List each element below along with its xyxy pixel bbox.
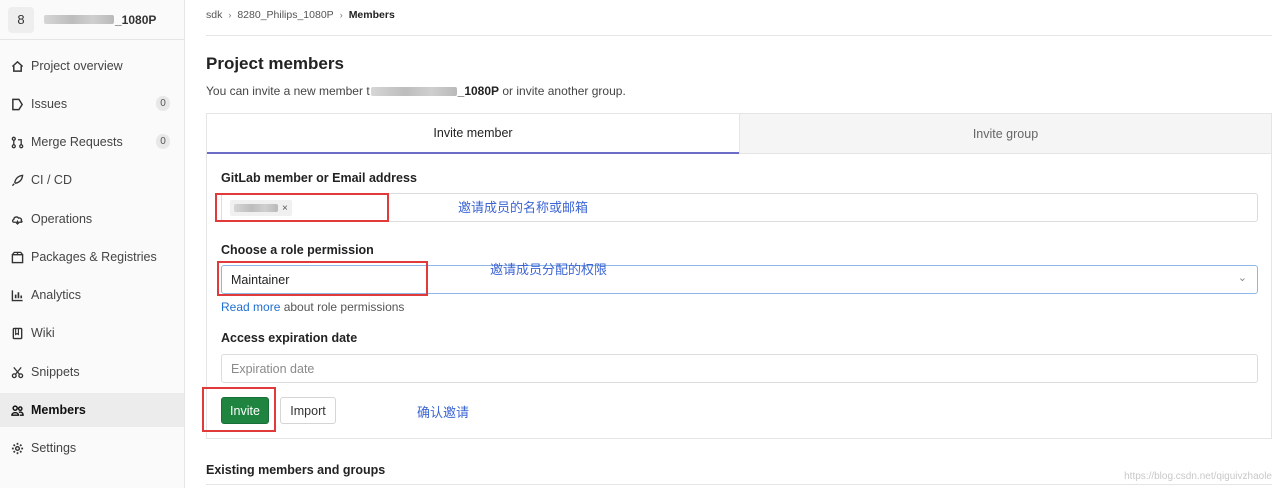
- watermark: https://blog.csdn.net/qiguivzhaole: [1124, 471, 1272, 482]
- sidebar-item-label: Wiki: [31, 326, 55, 340]
- redacted-text: [370, 86, 457, 96]
- sidebar-item-label: Project overview: [31, 59, 123, 73]
- users-icon: [10, 403, 24, 417]
- sidebar-item-label: Merge Requests: [31, 135, 123, 149]
- annotation-invite-note: 确认邀请: [417, 406, 470, 421]
- subtitle-prefix: You can invite a new member t: [206, 84, 370, 98]
- help-text-rest: about role permissions: [280, 300, 405, 314]
- import-button[interactable]: Import: [280, 397, 336, 424]
- chart-icon: [10, 288, 24, 302]
- subtitle-project: _1080P: [457, 84, 500, 98]
- sidebar-item-label: Packages & Registries: [31, 250, 157, 264]
- tab-invite-member[interactable]: Invite member: [207, 114, 739, 154]
- tab-invite-group[interactable]: Invite group: [739, 114, 1271, 154]
- annotation-box-role: [217, 261, 428, 296]
- breadcrumb-divider: [206, 35, 1272, 36]
- project-header[interactable]: 8 _1080P: [0, 0, 184, 40]
- expiration-placeholder: Expiration date: [231, 362, 315, 376]
- expiration-date-input[interactable]: Expiration date: [221, 354, 1258, 383]
- sidebar-item-analytics[interactable]: Analytics: [0, 278, 184, 312]
- sidebar-item-label: Members: [31, 403, 86, 417]
- gear-icon: [10, 441, 24, 455]
- book-icon: [10, 326, 24, 340]
- merge-request-icon: [10, 135, 24, 149]
- breadcrumb-item-group[interactable]: sdk: [206, 9, 222, 21]
- sidebar-item-label: Issues: [31, 97, 68, 111]
- annotation-box-invite: [202, 387, 276, 432]
- issues-icon: [10, 97, 24, 111]
- sidebar-item-label: Settings: [31, 441, 77, 455]
- sidebar-item-packages-registries[interactable]: Packages & Registries: [0, 240, 184, 274]
- page-title: Project members: [206, 54, 344, 73]
- existing-members-heading: Existing members and groups: [206, 463, 386, 477]
- breadcrumb-item-current[interactable]: Members: [349, 9, 395, 21]
- sidebar: 8 _1080P Project overview Issues 0 Merge…: [0, 0, 185, 488]
- sidebar-item-operations[interactable]: Operations: [0, 202, 184, 236]
- sidebar-item-label: Operations: [31, 212, 93, 226]
- sidebar-item-project-overview[interactable]: Project overview: [0, 49, 184, 83]
- existing-members-divider: [206, 484, 1272, 485]
- read-more-link[interactable]: Read more: [221, 300, 280, 314]
- sidebar-item-settings[interactable]: Settings: [0, 431, 184, 465]
- merge-requests-count-badge: 0: [156, 134, 170, 149]
- subtitle-suffix: or invite another group.: [499, 84, 626, 98]
- rocket-icon: [10, 173, 24, 187]
- expiration-field-label: Access expiration date: [221, 331, 358, 345]
- home-icon: [10, 59, 24, 73]
- sidebar-item-merge-requests[interactable]: Merge Requests 0: [0, 125, 184, 159]
- issues-count-badge: 0: [156, 96, 170, 111]
- package-icon: [10, 250, 24, 264]
- sidebar-item-wiki[interactable]: Wiki: [0, 316, 184, 350]
- sidebar-item-snippets[interactable]: Snippets: [0, 355, 184, 389]
- sidebar-item-label: Analytics: [31, 288, 82, 302]
- chevron-down-icon: ⌄: [1237, 272, 1247, 284]
- sidebar-item-issues[interactable]: Issues 0: [0, 87, 184, 121]
- member-field-label: GitLab member or Email address: [221, 171, 417, 185]
- page-subtitle: You can invite a new member t _1080P or …: [206, 84, 626, 98]
- annotation-box-member: [215, 193, 389, 222]
- project-avatar: 8: [8, 6, 34, 33]
- sidebar-item-label: Snippets: [31, 365, 80, 379]
- cloud-icon: [10, 212, 24, 226]
- scissors-icon: [10, 365, 24, 379]
- project-name: _1080P: [44, 13, 156, 27]
- role-help-text: Read more about role permissions: [221, 300, 404, 314]
- chevron-right-icon: ›: [228, 10, 232, 20]
- role-field-label: Choose a role permission: [221, 243, 374, 257]
- annotation-role-note: 邀请成员分配的权限: [490, 263, 608, 278]
- sidebar-item-ci-cd[interactable]: CI / CD: [0, 163, 184, 197]
- breadcrumb-item-project[interactable]: 8280_Philips_1080P: [237, 9, 333, 21]
- breadcrumb: sdk › 8280_Philips_1080P › Members: [206, 9, 395, 21]
- project-name-suffix: _1080P: [115, 12, 157, 27]
- chevron-right-icon: ›: [339, 10, 343, 20]
- redacted-text: [44, 15, 114, 24]
- sidebar-item-members[interactable]: Members: [0, 393, 184, 427]
- invite-tabs: Invite member Invite group: [207, 114, 1271, 154]
- sidebar-item-label: CI / CD: [31, 173, 72, 187]
- annotation-member-note: 邀请成员的名称或邮箱: [458, 201, 589, 216]
